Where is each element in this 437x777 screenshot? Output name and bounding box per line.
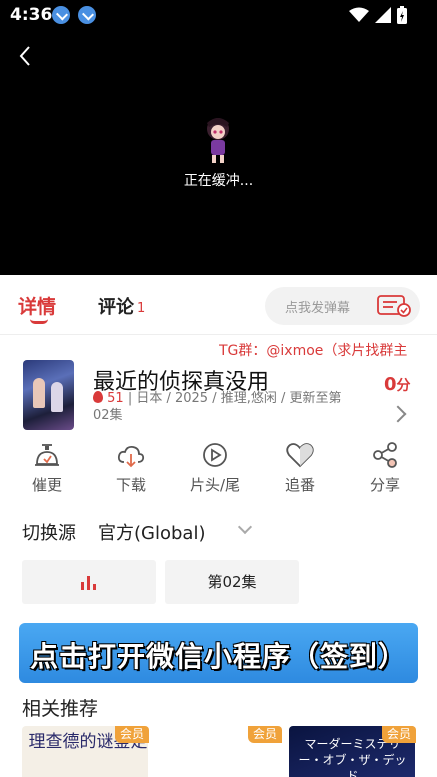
chevron-right-icon[interactable] bbox=[389, 405, 407, 423]
fire-icon bbox=[93, 391, 103, 403]
source-select[interactable]: 官方(Global) bbox=[98, 519, 205, 545]
heart-icon bbox=[286, 443, 314, 468]
recommend-title: 相关推荐 bbox=[22, 698, 99, 720]
action-label: 分享 bbox=[369, 476, 400, 494]
timer-bell-icon bbox=[35, 444, 59, 466]
score-unit: 分 bbox=[396, 378, 411, 394]
tabs-bar: 详情 评论 1 点我发弹幕 bbox=[0, 275, 437, 335]
share-icon bbox=[373, 442, 397, 468]
episode-button[interactable]: 第02集 bbox=[165, 560, 299, 604]
cover-image[interactable] bbox=[23, 360, 74, 430]
score-value: 0 bbox=[384, 374, 397, 395]
status-bar: 4:36 bbox=[0, 0, 437, 30]
vip-badge: 会员 bbox=[382, 726, 417, 743]
battery-icon bbox=[397, 6, 407, 24]
loading-mascot-icon bbox=[207, 118, 229, 163]
back-arrow-icon[interactable] bbox=[14, 44, 38, 68]
status-time: 4:36 bbox=[10, 5, 53, 25]
heat-count: 51 bbox=[107, 391, 124, 406]
tab-comment[interactable]: 评论 bbox=[98, 293, 134, 319]
action-label: 下载 bbox=[115, 476, 146, 494]
danmaku-placeholder: 点我发弹幕 bbox=[285, 301, 351, 316]
vip-badge: 会员 bbox=[248, 726, 283, 743]
source-label: 切换源 bbox=[22, 523, 76, 544]
comment-count-badge: 1 bbox=[137, 301, 146, 316]
action-skip-intro-outro[interactable]: 片头/尾 bbox=[187, 440, 243, 495]
cloud-download-icon bbox=[117, 445, 145, 468]
action-label: 催更 bbox=[31, 476, 62, 494]
danmaku-input[interactable]: 点我发弹幕 bbox=[265, 287, 420, 325]
bar-chart-icon bbox=[81, 576, 96, 590]
download-notification-icon bbox=[52, 6, 70, 24]
buffering-text: 正在缓冲... bbox=[183, 173, 254, 189]
action-label: 追番 bbox=[284, 476, 315, 494]
video-player[interactable]: 4:36 正在缓冲... bbox=[0, 0, 437, 275]
vip-badge: 会员 bbox=[115, 726, 150, 743]
danmaku-settings-icon[interactable] bbox=[377, 295, 411, 317]
score: 0分 bbox=[384, 374, 411, 395]
wifi-icon bbox=[349, 7, 369, 22]
signal-icon bbox=[375, 7, 391, 23]
tab-detail[interactable]: 详情 bbox=[18, 292, 56, 319]
action-share[interactable]: 分享 bbox=[357, 440, 413, 495]
action-urge-update[interactable]: 催更 bbox=[19, 440, 75, 495]
status-indicators bbox=[349, 6, 407, 24]
episode-stats-button[interactable] bbox=[22, 560, 156, 604]
action-label: 片头/尾 bbox=[189, 476, 241, 494]
mini-program-banner[interactable]: 点击打开微信小程序（签到） bbox=[19, 623, 418, 683]
tab-indicator bbox=[30, 319, 48, 324]
meta-text: | 日本 / 2025 / 推理,悠闲 / 更新至第02集 bbox=[93, 391, 342, 423]
promo-marquee: TG群：@ixmoe（求片找群主 bbox=[219, 343, 408, 359]
action-follow[interactable]: 追番 bbox=[272, 440, 328, 495]
play-circle-icon bbox=[203, 443, 227, 467]
anime-meta[interactable]: 51 | 日本 / 2025 / 推理,悠闲 / 更新至第02集 bbox=[93, 390, 358, 424]
banner-text: 点击打开微信小程序（签到） bbox=[29, 640, 407, 673]
chevron-down-icon[interactable] bbox=[237, 519, 253, 535]
download-notification-icon bbox=[78, 6, 96, 24]
action-download[interactable]: 下载 bbox=[103, 440, 159, 495]
